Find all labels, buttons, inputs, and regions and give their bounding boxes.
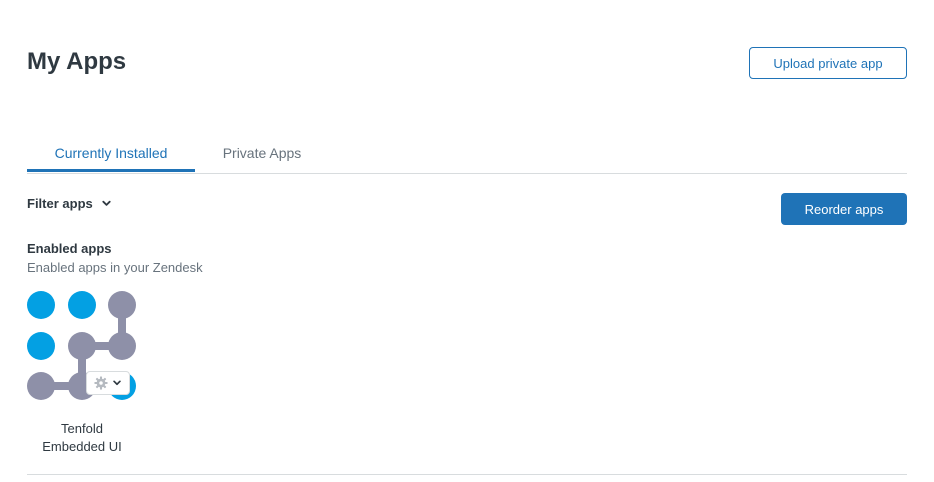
app-name-line-2: Embedded UI [42, 439, 122, 454]
page-title: My Apps [27, 48, 127, 75]
gear-icon [94, 376, 108, 390]
tab-bar: Currently Installed Private Apps [27, 136, 907, 174]
page: My Apps Upload private app Currently Ins… [0, 0, 934, 482]
tab-currently-installed[interactable]: Currently Installed [27, 136, 195, 172]
app-settings-menu-button[interactable] [86, 371, 130, 395]
section-subtitle: Enabled apps in your Zendesk [27, 260, 203, 275]
app-name: Tenfold Embedded UI [27, 420, 137, 456]
filter-apps-dropdown[interactable]: Filter apps [27, 193, 112, 213]
bottom-divider [27, 474, 907, 475]
chevron-down-icon [113, 380, 121, 386]
reorder-apps-button[interactable]: Reorder apps [781, 193, 907, 225]
chevron-down-icon [102, 200, 111, 206]
filter-apps-label: Filter apps [27, 195, 93, 211]
app-name-line-1: Tenfold [61, 421, 103, 436]
app-card-tenfold[interactable]: Tenfold Embedded UI [27, 290, 139, 460]
section-title: Enabled apps [27, 241, 112, 256]
upload-private-app-button[interactable]: Upload private app [749, 47, 907, 79]
tab-private-apps[interactable]: Private Apps [207, 136, 317, 172]
